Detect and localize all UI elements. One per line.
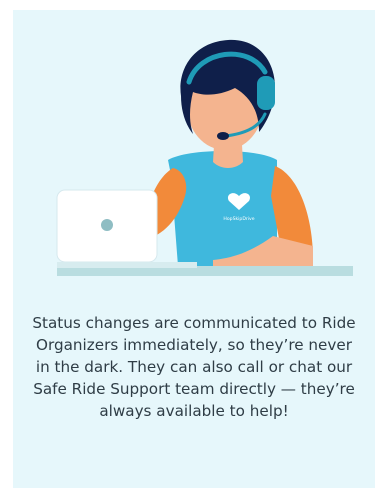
support-agent-illustration: HopSkipDrive bbox=[13, 10, 375, 300]
laptop-base bbox=[57, 262, 197, 268]
laptop-logo-dot bbox=[101, 219, 113, 231]
caption-text: Status changes are communicated to Ride … bbox=[32, 314, 356, 420]
headset-earpiece bbox=[257, 76, 275, 110]
headset-mic bbox=[217, 132, 229, 140]
support-agent-svg: HopSkipDrive bbox=[56, 39, 353, 276]
info-card: HopSkipDrive Status changes are communic… bbox=[13, 10, 375, 488]
shirt-logo-text: HopSkipDrive bbox=[223, 216, 254, 222]
